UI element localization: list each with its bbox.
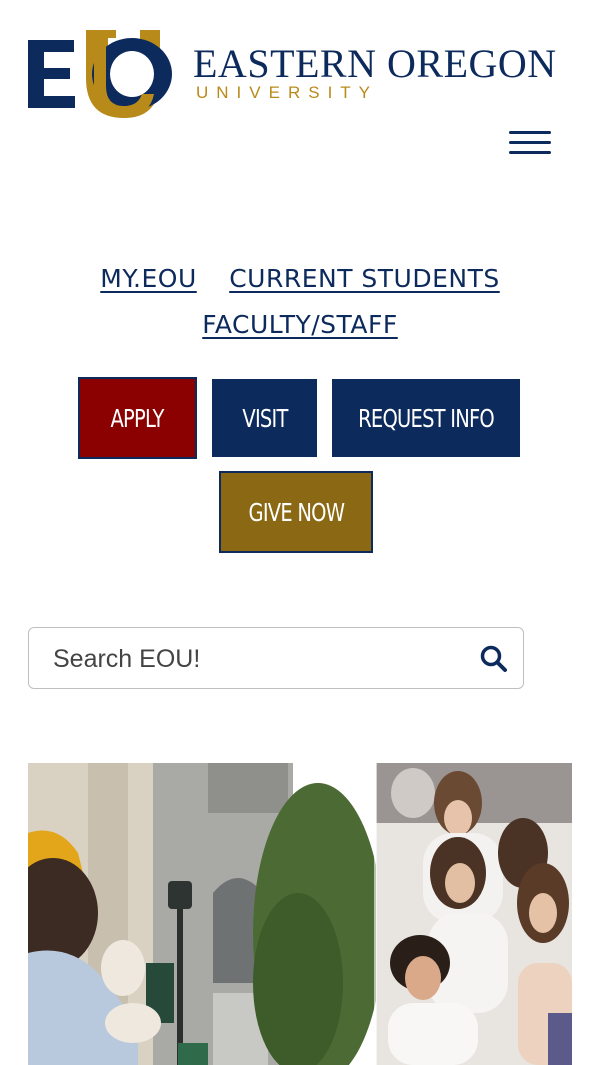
link-faculty-staff[interactable]: FACULTY/STAFF [202, 310, 398, 339]
visit-button[interactable]: VISIT [212, 379, 317, 457]
request-info-button-label: REQUEST INFO [358, 403, 495, 433]
utility-links-row-2: FACULTY/STAFF [0, 304, 600, 350]
apply-button[interactable]: APPLY [78, 377, 197, 459]
link-current-students[interactable]: CURRENT STUDENTS [229, 264, 500, 293]
menu-bar [509, 140, 551, 144]
visit-button-label: VISIT [241, 403, 288, 433]
request-info-button[interactable]: REQUEST INFO [332, 379, 520, 457]
wordmark-eastern-oregon: EASTERN OREGON [193, 41, 557, 86]
search-box [28, 627, 524, 690]
wordmark-university: UNIVERSITY [196, 83, 379, 102]
menu-bar [509, 150, 551, 154]
search-icon[interactable] [479, 644, 509, 674]
utility-links: MY.EOU CURRENT STUDENTS FACULTY/STAFF [0, 258, 600, 350]
give-now-button-label: GIVE NOW [248, 497, 344, 527]
eou-logo-mark-icon [28, 30, 172, 118]
give-now-button[interactable]: GIVE NOW [219, 471, 373, 553]
search-input[interactable] [51, 628, 475, 690]
eou-logo[interactable]: EASTERN OREGON UNIVERSITY [28, 26, 558, 126]
utility-links-row-1: MY.EOU CURRENT STUDENTS [0, 258, 600, 304]
menu-bar [509, 130, 551, 134]
apply-button-label: APPLY [110, 403, 165, 433]
link-my-eou[interactable]: MY.EOU [100, 264, 197, 293]
campus-photo [28, 763, 572, 1065]
hamburger-menu-icon[interactable] [505, 122, 555, 162]
